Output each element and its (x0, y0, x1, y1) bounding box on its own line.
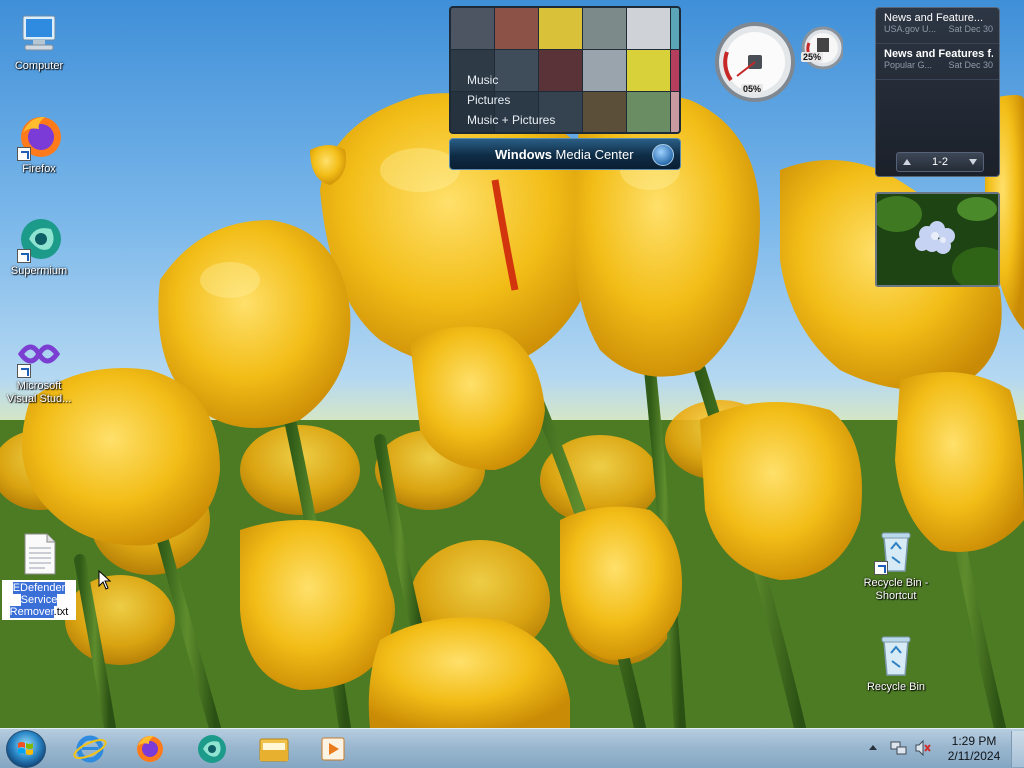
feed-item-meta: Popular G... Sat Dec 30 (884, 60, 993, 70)
media-tile (583, 92, 626, 132)
media-tile (583, 50, 626, 91)
desktop-icon-firefox[interactable]: Firefox (1, 113, 77, 176)
supermium-icon (15, 215, 63, 263)
shortcut-arrow-icon (17, 147, 31, 161)
feed-item-source: Popular G... (884, 60, 933, 70)
rename-extension[interactable]: .txt (54, 606, 69, 618)
desktop-icon-text-file[interactable]: EDefender Service Remover.txt (1, 530, 77, 620)
media-tile (583, 8, 626, 49)
feed-item[interactable]: News and Feature... USA.gov U... Sat Dec… (876, 8, 999, 44)
media-center-title-bold: Windows (495, 147, 552, 162)
desktop-icon-visual-studio[interactable]: Microsoft Visual Stud... (1, 330, 77, 406)
feed-prev-icon[interactable] (903, 159, 911, 165)
network-icon[interactable] (890, 739, 908, 757)
feed-item-date: Sat Dec 30 (948, 60, 993, 70)
desktop-icon-recycle-bin[interactable]: Recycle Bin (858, 631, 934, 694)
taskbar-internet-explorer[interactable] (62, 731, 118, 767)
taskbar: 1:29 PM 2/11/2024 (0, 728, 1024, 768)
recycle-bin-icon (872, 527, 920, 575)
menu-item-music[interactable]: Music (467, 70, 555, 90)
taskbar-media-player[interactable] (306, 731, 362, 767)
media-center-menu: Music Pictures Music + Pictures (467, 70, 555, 130)
start-button[interactable] (6, 730, 46, 768)
desktop-icon-label: Recycle Bin - Shortcut (863, 577, 929, 602)
desktop-icon-label: Computer (14, 60, 64, 72)
supermium-icon (198, 735, 226, 763)
media-center-launch-bar[interactable]: Windows Media Center (449, 138, 681, 170)
feed-item-source: USA.gov U... (884, 24, 937, 34)
clock-date: 2/11/2024 (947, 749, 1001, 763)
slideshow-photo (877, 194, 998, 285)
media-tile (495, 8, 538, 49)
taskbar-file-explorer[interactable] (246, 731, 302, 767)
clock-time: 1:29 PM (951, 734, 997, 748)
media-center-title-rest: Media Center (551, 147, 634, 162)
rename-field[interactable]: EDefender Service Remover.txt (2, 580, 76, 620)
feed-headlines-gadget[interactable]: News and Feature... USA.gov U... Sat Dec… (875, 7, 1000, 177)
desktop-icon-label: Firefox (22, 163, 56, 175)
mouse-cursor-icon (98, 570, 112, 590)
feed-item-title: News and Features f... (884, 48, 993, 60)
shortcut-arrow-icon (17, 249, 31, 263)
media-tile (671, 8, 679, 49)
media-center-tiles-panel: Music Pictures Music + Pictures (449, 6, 681, 134)
media-tile (627, 8, 670, 49)
system-clock[interactable]: 1:29 PM 2/11/2024 (940, 734, 1008, 764)
media-tile (451, 8, 494, 49)
text-file-icon (15, 530, 63, 578)
visual-studio-icon (15, 330, 63, 378)
desktop-icon-supermium[interactable]: Supermium (1, 215, 77, 278)
menu-item-music-pictures[interactable]: Music + Pictures (467, 110, 555, 130)
shortcut-arrow-icon (874, 561, 888, 575)
memory-percent: 25% (801, 52, 824, 62)
feed-item-date: Sat Dec 30 (948, 24, 993, 34)
feed-pager: 1-2 (896, 152, 984, 172)
firefox-icon (137, 735, 163, 762)
media-center-title: Windows Media Center (495, 147, 634, 162)
windows-logo-icon (652, 144, 674, 166)
media-tile (671, 50, 679, 91)
media-tile (539, 8, 582, 49)
media-tile (671, 92, 679, 132)
menu-item-pictures[interactable]: Pictures (467, 90, 555, 110)
desktop-icon-label: Recycle Bin (866, 681, 926, 693)
desktop-icon-label: Supermium (10, 265, 68, 277)
feed-item-meta: USA.gov U... Sat Dec 30 (884, 24, 993, 34)
feed-item-title: News and Feature... (884, 12, 984, 24)
media-center-gadget[interactable]: Music Pictures Music + Pictures Windows … (449, 6, 681, 170)
slideshow-gadget[interactable] (875, 192, 1000, 287)
desktop-icon-label: Microsoft Visual Stud... (6, 380, 72, 405)
recycle-bin-icon (872, 631, 920, 679)
feed-next-icon[interactable] (969, 159, 977, 165)
internet-explorer-icon (73, 735, 107, 763)
cpu-percent: 05% (741, 84, 764, 94)
feed-pager-label: 1-2 (932, 156, 948, 168)
desktop[interactable]: Computer Firefox Supermium Microsoft Vis… (0, 0, 1024, 728)
volume-muted-icon[interactable] (914, 739, 932, 757)
feed-item[interactable]: News and Features f... Popular G... Sat … (876, 44, 999, 80)
media-tile (627, 92, 670, 132)
desktop-icon-recycle-bin-shortcut[interactable]: Recycle Bin - Shortcut (858, 527, 934, 603)
taskbar-supermium[interactable] (184, 731, 240, 767)
windows-logo-icon (18, 742, 33, 755)
show-hidden-icons-chevron-icon[interactable] (868, 742, 878, 754)
desktop-icon-computer[interactable]: Computer (1, 10, 77, 73)
shortcut-arrow-icon (17, 364, 31, 378)
media-player-icon (321, 737, 345, 761)
taskbar-firefox[interactable] (122, 731, 178, 767)
cpu-meter-gadget[interactable]: 05% 25% (713, 8, 845, 104)
firefox-icon (15, 113, 63, 161)
show-desktop-button[interactable] (1011, 731, 1024, 767)
media-tile (627, 50, 670, 91)
computer-icon (15, 10, 63, 58)
file-explorer-icon (259, 738, 289, 762)
